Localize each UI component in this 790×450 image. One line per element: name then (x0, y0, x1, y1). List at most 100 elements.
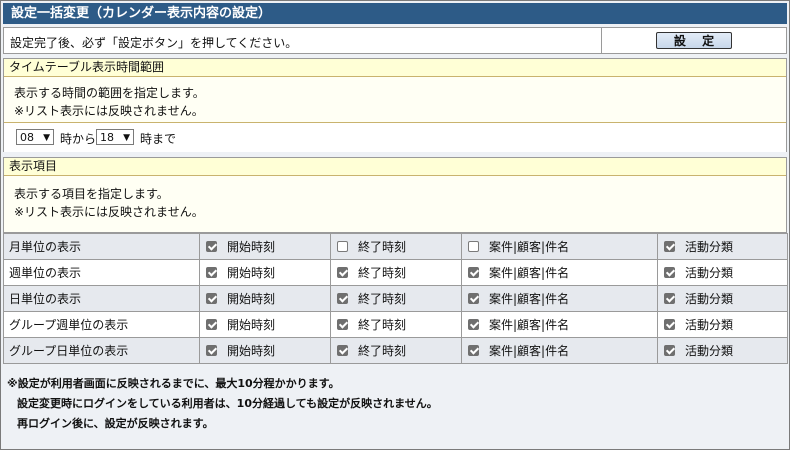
item-checkbox[interactable] (337, 319, 348, 330)
checkbox-label: 案件|顧客|件名 (489, 344, 570, 358)
save-settings-button[interactable]: 設 定 (656, 32, 732, 49)
checkbox-label: 終了時刻 (358, 292, 407, 306)
checkbox-cell: 開始時刻 (199, 259, 331, 286)
row-label: 日単位の表示 (3, 285, 200, 312)
checkbox-label: 活動分類 (685, 240, 734, 254)
timetable-desc-line2: ※リスト表示には反映されません。 (14, 104, 204, 118)
checkbox-label: 終了時刻 (358, 344, 407, 358)
row-label: グループ週単位の表示 (3, 311, 200, 338)
item-checkbox[interactable] (468, 345, 479, 356)
display-items-section: 表示項目 表示する項目を指定します。 ※リスト表示には反映されません。 (3, 157, 787, 233)
item-checkbox[interactable] (664, 345, 675, 356)
item-checkbox[interactable] (468, 319, 479, 330)
item-checkbox[interactable] (337, 345, 348, 356)
checkbox-label: 開始時刻 (227, 318, 276, 332)
table-row: グループ週単位の表示 開始時刻 終了時刻 案件|顧客|件名 活動分類 (3, 311, 788, 338)
display-items-table: 月単位の表示 開始時刻 終了時刻 案件|顧客|件名 活動分類 週単位の表示 開始時刻 終了時刻… (3, 233, 788, 364)
item-checkbox[interactable] (206, 293, 217, 304)
item-checkbox[interactable] (468, 267, 479, 278)
checkbox-cell: 終了時刻 (330, 233, 462, 260)
until-label: 時まで (140, 132, 177, 146)
item-checkbox[interactable] (468, 241, 479, 252)
timetable-desc-line1: 表示する時間の範囲を指定します。 (14, 86, 205, 100)
checkbox-cell: 活動分類 (657, 233, 788, 260)
item-checkbox[interactable] (337, 293, 348, 304)
footer-note-3: 再ログイン後に、設定が反映されます。 (17, 417, 214, 430)
item-checkbox[interactable] (664, 293, 675, 304)
item-checkbox[interactable] (206, 241, 217, 252)
table-row: グループ日単位の表示 開始時刻 終了時刻 案件|顧客|件名 活動分類 (3, 337, 788, 364)
timetable-range-section: タイムテーブル表示時間範囲 表示する時間の範囲を指定します。 ※リスト表示には反… (3, 58, 787, 152)
item-checkbox[interactable] (664, 319, 675, 330)
start-hour-value: 08 (20, 131, 34, 144)
checkbox-label: 終了時刻 (358, 318, 407, 332)
checkbox-label: 活動分類 (685, 318, 734, 332)
checkbox-label: 開始時刻 (227, 266, 276, 280)
row-label: グループ日単位の表示 (3, 337, 200, 364)
footer-note-1: ※設定が利用者画面に反映されるまでに、最大10分程かかります。 (7, 377, 340, 390)
timetable-range-description: 表示する時間の範囲を指定します。 ※リスト表示には反映されません。 (4, 77, 786, 120)
end-hour-value: 18 (100, 131, 114, 144)
from-label: 時から (60, 132, 97, 146)
checkbox-label: 活動分類 (685, 344, 734, 358)
checkbox-label: 案件|顧客|件名 (489, 318, 570, 332)
checkbox-cell: 案件|顧客|件名 (461, 233, 658, 260)
footer-note-2: 設定変更時にログインをしている利用者は、10分経過しても設定が反映されません。 (17, 397, 438, 410)
checkbox-label: 終了時刻 (358, 266, 407, 280)
checkbox-label: 終了時刻 (358, 240, 407, 254)
item-checkbox[interactable] (206, 319, 217, 330)
checkbox-cell: 案件|顧客|件名 (461, 311, 658, 338)
item-checkbox[interactable] (206, 267, 217, 278)
checkbox-label: 活動分類 (685, 266, 734, 280)
checkbox-cell: 活動分類 (657, 311, 788, 338)
item-checkbox[interactable] (206, 345, 217, 356)
checkbox-label: 開始時刻 (227, 292, 276, 306)
checkbox-cell: 終了時刻 (330, 285, 462, 312)
row-label: 月単位の表示 (3, 233, 200, 260)
page-title: 設定一括変更（カレンダー表示内容の設定） (3, 3, 787, 24)
chevron-down-icon: ▼ (123, 133, 130, 143)
checkbox-cell: 終了時刻 (330, 259, 462, 286)
display-items-description: 表示する項目を指定します。 ※リスト表示には反映されません。 (4, 176, 786, 221)
checkbox-cell: 開始時刻 (199, 337, 331, 364)
table-row: 日単位の表示 開始時刻 終了時刻 案件|顧客|件名 活動分類 (3, 285, 788, 312)
end-hour-select[interactable]: 18 ▼ (96, 129, 134, 145)
notice-button-cell: 設 定 (601, 28, 787, 53)
checkbox-cell: 活動分類 (657, 285, 788, 312)
checkbox-label: 案件|顧客|件名 (489, 292, 570, 306)
checkbox-label: 開始時刻 (227, 240, 276, 254)
item-checkbox[interactable] (664, 241, 675, 252)
item-checkbox[interactable] (337, 267, 348, 278)
table-row: 週単位の表示 開始時刻 終了時刻 案件|顧客|件名 活動分類 (3, 259, 788, 286)
start-hour-select[interactable]: 08 ▼ (16, 129, 54, 145)
checkbox-cell: 案件|顧客|件名 (461, 259, 658, 286)
items-desc-line2: ※リスト表示には反映されません。 (14, 205, 204, 219)
checkbox-cell: 活動分類 (657, 259, 788, 286)
settings-window: 設定一括変更（カレンダー表示内容の設定） 設定完了後、必ず「設定ボタン」を押して… (0, 0, 790, 450)
display-items-heading: 表示項目 (4, 158, 786, 176)
timetable-range-heading: タイムテーブル表示時間範囲 (4, 59, 786, 77)
checkbox-cell: 開始時刻 (199, 233, 331, 260)
notice-text: 設定完了後、必ず「設定ボタン」を押してください。 (10, 36, 298, 50)
items-desc-line1: 表示する項目を指定します。 (14, 187, 169, 201)
footer-notes: ※設定が利用者画面に反映されるまでに、最大10分程かかります。 設定変更時にログ… (7, 374, 438, 434)
checkbox-label: 案件|顧客|件名 (489, 266, 570, 280)
item-checkbox[interactable] (664, 267, 675, 278)
time-range-row: 08 ▼ 時から 18 ▼ 時まで (4, 122, 786, 152)
checkbox-cell: 開始時刻 (199, 285, 331, 312)
checkbox-label: 活動分類 (685, 292, 734, 306)
checkbox-cell: 開始時刻 (199, 311, 331, 338)
checkbox-cell: 終了時刻 (330, 337, 462, 364)
notice-bar: 設定完了後、必ず「設定ボタン」を押してください。 設 定 (3, 27, 787, 54)
item-checkbox[interactable] (337, 241, 348, 252)
checkbox-label: 開始時刻 (227, 344, 276, 358)
checkbox-cell: 終了時刻 (330, 311, 462, 338)
checkbox-cell: 案件|顧客|件名 (461, 337, 658, 364)
checkbox-cell: 案件|顧客|件名 (461, 285, 658, 312)
item-checkbox[interactable] (468, 293, 479, 304)
row-label: 週単位の表示 (3, 259, 200, 286)
checkbox-cell: 活動分類 (657, 337, 788, 364)
chevron-down-icon: ▼ (43, 133, 50, 143)
checkbox-label: 案件|顧客|件名 (489, 240, 570, 254)
table-row: 月単位の表示 開始時刻 終了時刻 案件|顧客|件名 活動分類 (3, 233, 788, 260)
